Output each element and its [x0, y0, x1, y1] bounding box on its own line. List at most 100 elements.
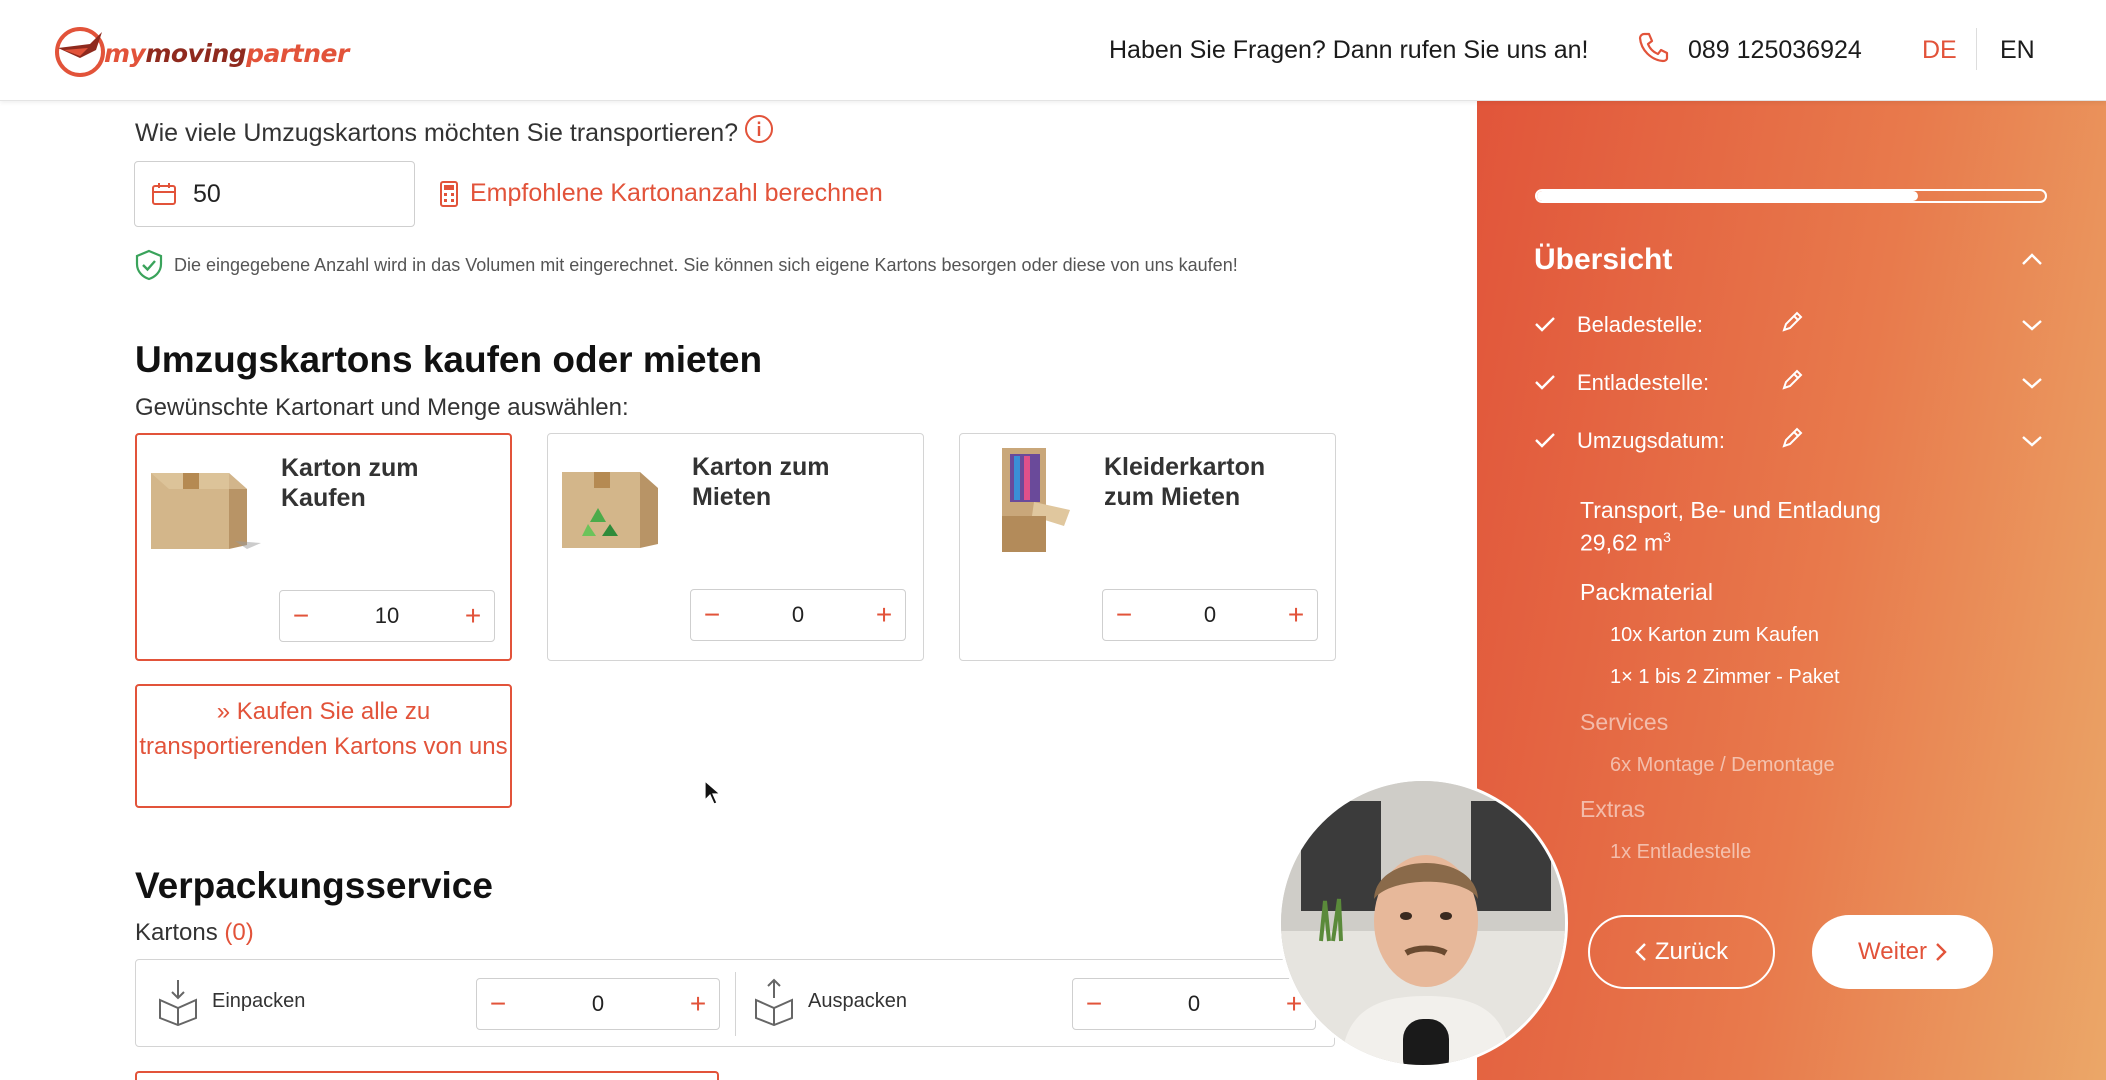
- summary-service-item: 6x Montage / Demontage: [1610, 754, 1835, 776]
- chevron-up-icon[interactable]: [2020, 251, 2044, 267]
- check-icon: [1535, 433, 1555, 448]
- box-count-input[interactable]: 50: [134, 161, 415, 227]
- box-count-question: Wie viele Umzugskartons möchten Sie tran…: [135, 119, 739, 147]
- summary-pack-item: 1× 1 bis 2 Zimmer - Paket: [1610, 666, 1840, 688]
- increment-button[interactable]: +: [1281, 598, 1311, 632]
- wardrobe-box-icon: [1002, 448, 1070, 552]
- pencil-icon[interactable]: [1780, 426, 1804, 450]
- summary-extras: Extras: [1580, 796, 1646, 822]
- decrement-button[interactable]: −: [697, 598, 727, 632]
- check-icon: [1535, 375, 1555, 390]
- buy-all-label: Kaufen Sie alle zu transportierenden Kar…: [139, 698, 508, 760]
- card-title: Kleiderkarton zum Mieten: [1104, 453, 1266, 511]
- card-karton-kaufen[interactable]: Karton zum Kaufen − 10 +: [135, 433, 512, 661]
- volume-hint: Die eingegebene Anzahl wird in das Volum…: [134, 249, 1238, 281]
- main-content: Wie viele Umzugskartons möchten Sie tran…: [0, 101, 1477, 1080]
- packing-service-row: Einpacken − 0 + Auspacken − 0 +: [135, 959, 1335, 1047]
- check-icon: [1535, 317, 1555, 332]
- buy-section-subtitle: Gewünschte Kartonart und Menge auswählen…: [135, 394, 629, 421]
- decrement-button[interactable]: −: [286, 599, 316, 633]
- unpack-label: Auspacken: [808, 990, 907, 1012]
- increment-button[interactable]: +: [869, 598, 899, 632]
- summary-extra-item: 1x Entladestelle: [1610, 841, 1752, 863]
- chevron-down-icon[interactable]: [2020, 434, 2044, 448]
- pencil-icon[interactable]: [1780, 368, 1804, 392]
- contact-question: Haben Sie Fragen? Dann rufen Sie uns an!: [1109, 36, 1589, 64]
- unpack-quantity-stepper: − 0 +: [1072, 978, 1316, 1030]
- shield-check-icon: [135, 249, 163, 281]
- buy-all-boxes-button[interactable]: » Kaufen Sie alle zu transportierenden K…: [135, 684, 512, 808]
- progress-bar: [1535, 189, 2047, 203]
- pack-quantity-stepper: − 0 +: [476, 978, 720, 1030]
- progress-fill: [1537, 191, 1918, 201]
- back-label: Zurück: [1654, 938, 1729, 965]
- divider: [735, 972, 736, 1036]
- increment-button[interactable]: +: [458, 599, 488, 633]
- summary-packmaterial: Packmaterial: [1580, 579, 1713, 605]
- card-title: Karton zum Mieten: [692, 453, 830, 511]
- quantity-stepper: − 0 +: [1102, 589, 1318, 641]
- site-header: mymovingpartner Haben Sie Fragen? Dann r…: [0, 0, 2106, 101]
- double-chevron-icon: »: [216, 698, 231, 725]
- card-karton-mieten[interactable]: Karton zum Mieten − 0 +: [547, 433, 924, 661]
- decrement-button[interactable]: −: [1109, 598, 1139, 632]
- increment-button[interactable]: +: [683, 987, 713, 1021]
- card-title: Karton zum Kaufen: [281, 454, 419, 512]
- decrement-button[interactable]: −: [1079, 987, 1109, 1021]
- calculator-icon: [440, 180, 458, 207]
- calculate-boxes-label: Empfohlene Kartonanzahl berechnen: [470, 179, 883, 207]
- summary-pack-item: 10x Karton zum Kaufen: [1610, 624, 1820, 646]
- presenter-video-image: [1281, 781, 1565, 1065]
- buy-section-title: Umzugskartons kaufen oder mieten: [135, 339, 763, 380]
- quantity-value[interactable]: 0: [731, 602, 865, 628]
- overview-item-entladestelle[interactable]: Entladestelle:: [1534, 367, 2054, 397]
- quantity-value[interactable]: 0: [1143, 602, 1277, 628]
- pack-box-icon: [159, 980, 197, 1026]
- pencil-icon[interactable]: [1780, 310, 1804, 334]
- lang-en-link[interactable]: EN: [2000, 36, 2035, 65]
- logo-icon: [55, 27, 105, 77]
- box-icon: [152, 183, 176, 205]
- back-button[interactable]: Zurück: [1588, 915, 1775, 989]
- quantity-value[interactable]: 10: [320, 603, 454, 629]
- quantity-stepper: − 10 +: [279, 590, 495, 642]
- chevron-left-icon: [1635, 943, 1646, 961]
- quantity-stepper: − 0 +: [690, 589, 906, 641]
- partial-button[interactable]: [135, 1071, 719, 1080]
- info-icon[interactable]: [743, 113, 775, 145]
- unpack-box-icon: [755, 978, 793, 1026]
- chevron-down-icon[interactable]: [2020, 318, 2044, 332]
- overview-item-label: Umzugsdatum:: [1577, 428, 1725, 453]
- overview-item-umzugsdatum[interactable]: Umzugsdatum:: [1534, 425, 2054, 455]
- overview-item-label: Entladestelle:: [1577, 370, 1710, 395]
- quantity-value[interactable]: 0: [517, 991, 679, 1017]
- overview-sidebar: Übersicht Beladestelle: Entladestelle: U…: [1477, 101, 2106, 1080]
- lang-de-link[interactable]: DE: [1922, 36, 1957, 65]
- next-label: Weiter: [1858, 938, 1927, 965]
- kartons-label: Kartons: [135, 919, 218, 946]
- webcam-overlay: [1278, 778, 1568, 1068]
- pack-label: Einpacken: [212, 990, 306, 1012]
- kartons-count: (0): [224, 919, 254, 946]
- overview-item-beladestelle[interactable]: Beladestelle:: [1534, 309, 2054, 339]
- quantity-value[interactable]: 0: [1113, 991, 1275, 1017]
- kartons-label-row: Kartons (0): [135, 919, 254, 947]
- phone-number[interactable]: 089 125036924: [1688, 36, 1862, 65]
- phone-icon: [1638, 32, 1669, 63]
- summary-services: Services: [1580, 709, 1669, 735]
- chevron-down-icon[interactable]: [2020, 376, 2044, 390]
- summary-volume: 29,62 m3: [1580, 529, 1671, 557]
- mouse-cursor-icon: [704, 780, 722, 805]
- pack-section-title: Verpackungsservice: [135, 865, 493, 906]
- decrement-button[interactable]: −: [483, 987, 513, 1021]
- logo-text: mymovingpartner: [104, 38, 349, 68]
- overview-title: Übersicht: [1534, 243, 1673, 276]
- summary-transport: Transport, Be- und Entladung: [1580, 497, 1881, 523]
- card-kleiderkarton-mieten[interactable]: Kleiderkarton zum Mieten − 0 +: [959, 433, 1336, 661]
- next-button[interactable]: Weiter: [1812, 915, 1993, 989]
- calculate-boxes-link[interactable]: Empfohlene Kartonanzahl berechnen: [440, 179, 883, 208]
- overview-item-label: Beladestelle:: [1577, 312, 1703, 337]
- logo[interactable]: mymovingpartner: [50, 20, 349, 80]
- cardboard-box-icon: [151, 473, 261, 549]
- box-count-value: 50: [193, 180, 221, 208]
